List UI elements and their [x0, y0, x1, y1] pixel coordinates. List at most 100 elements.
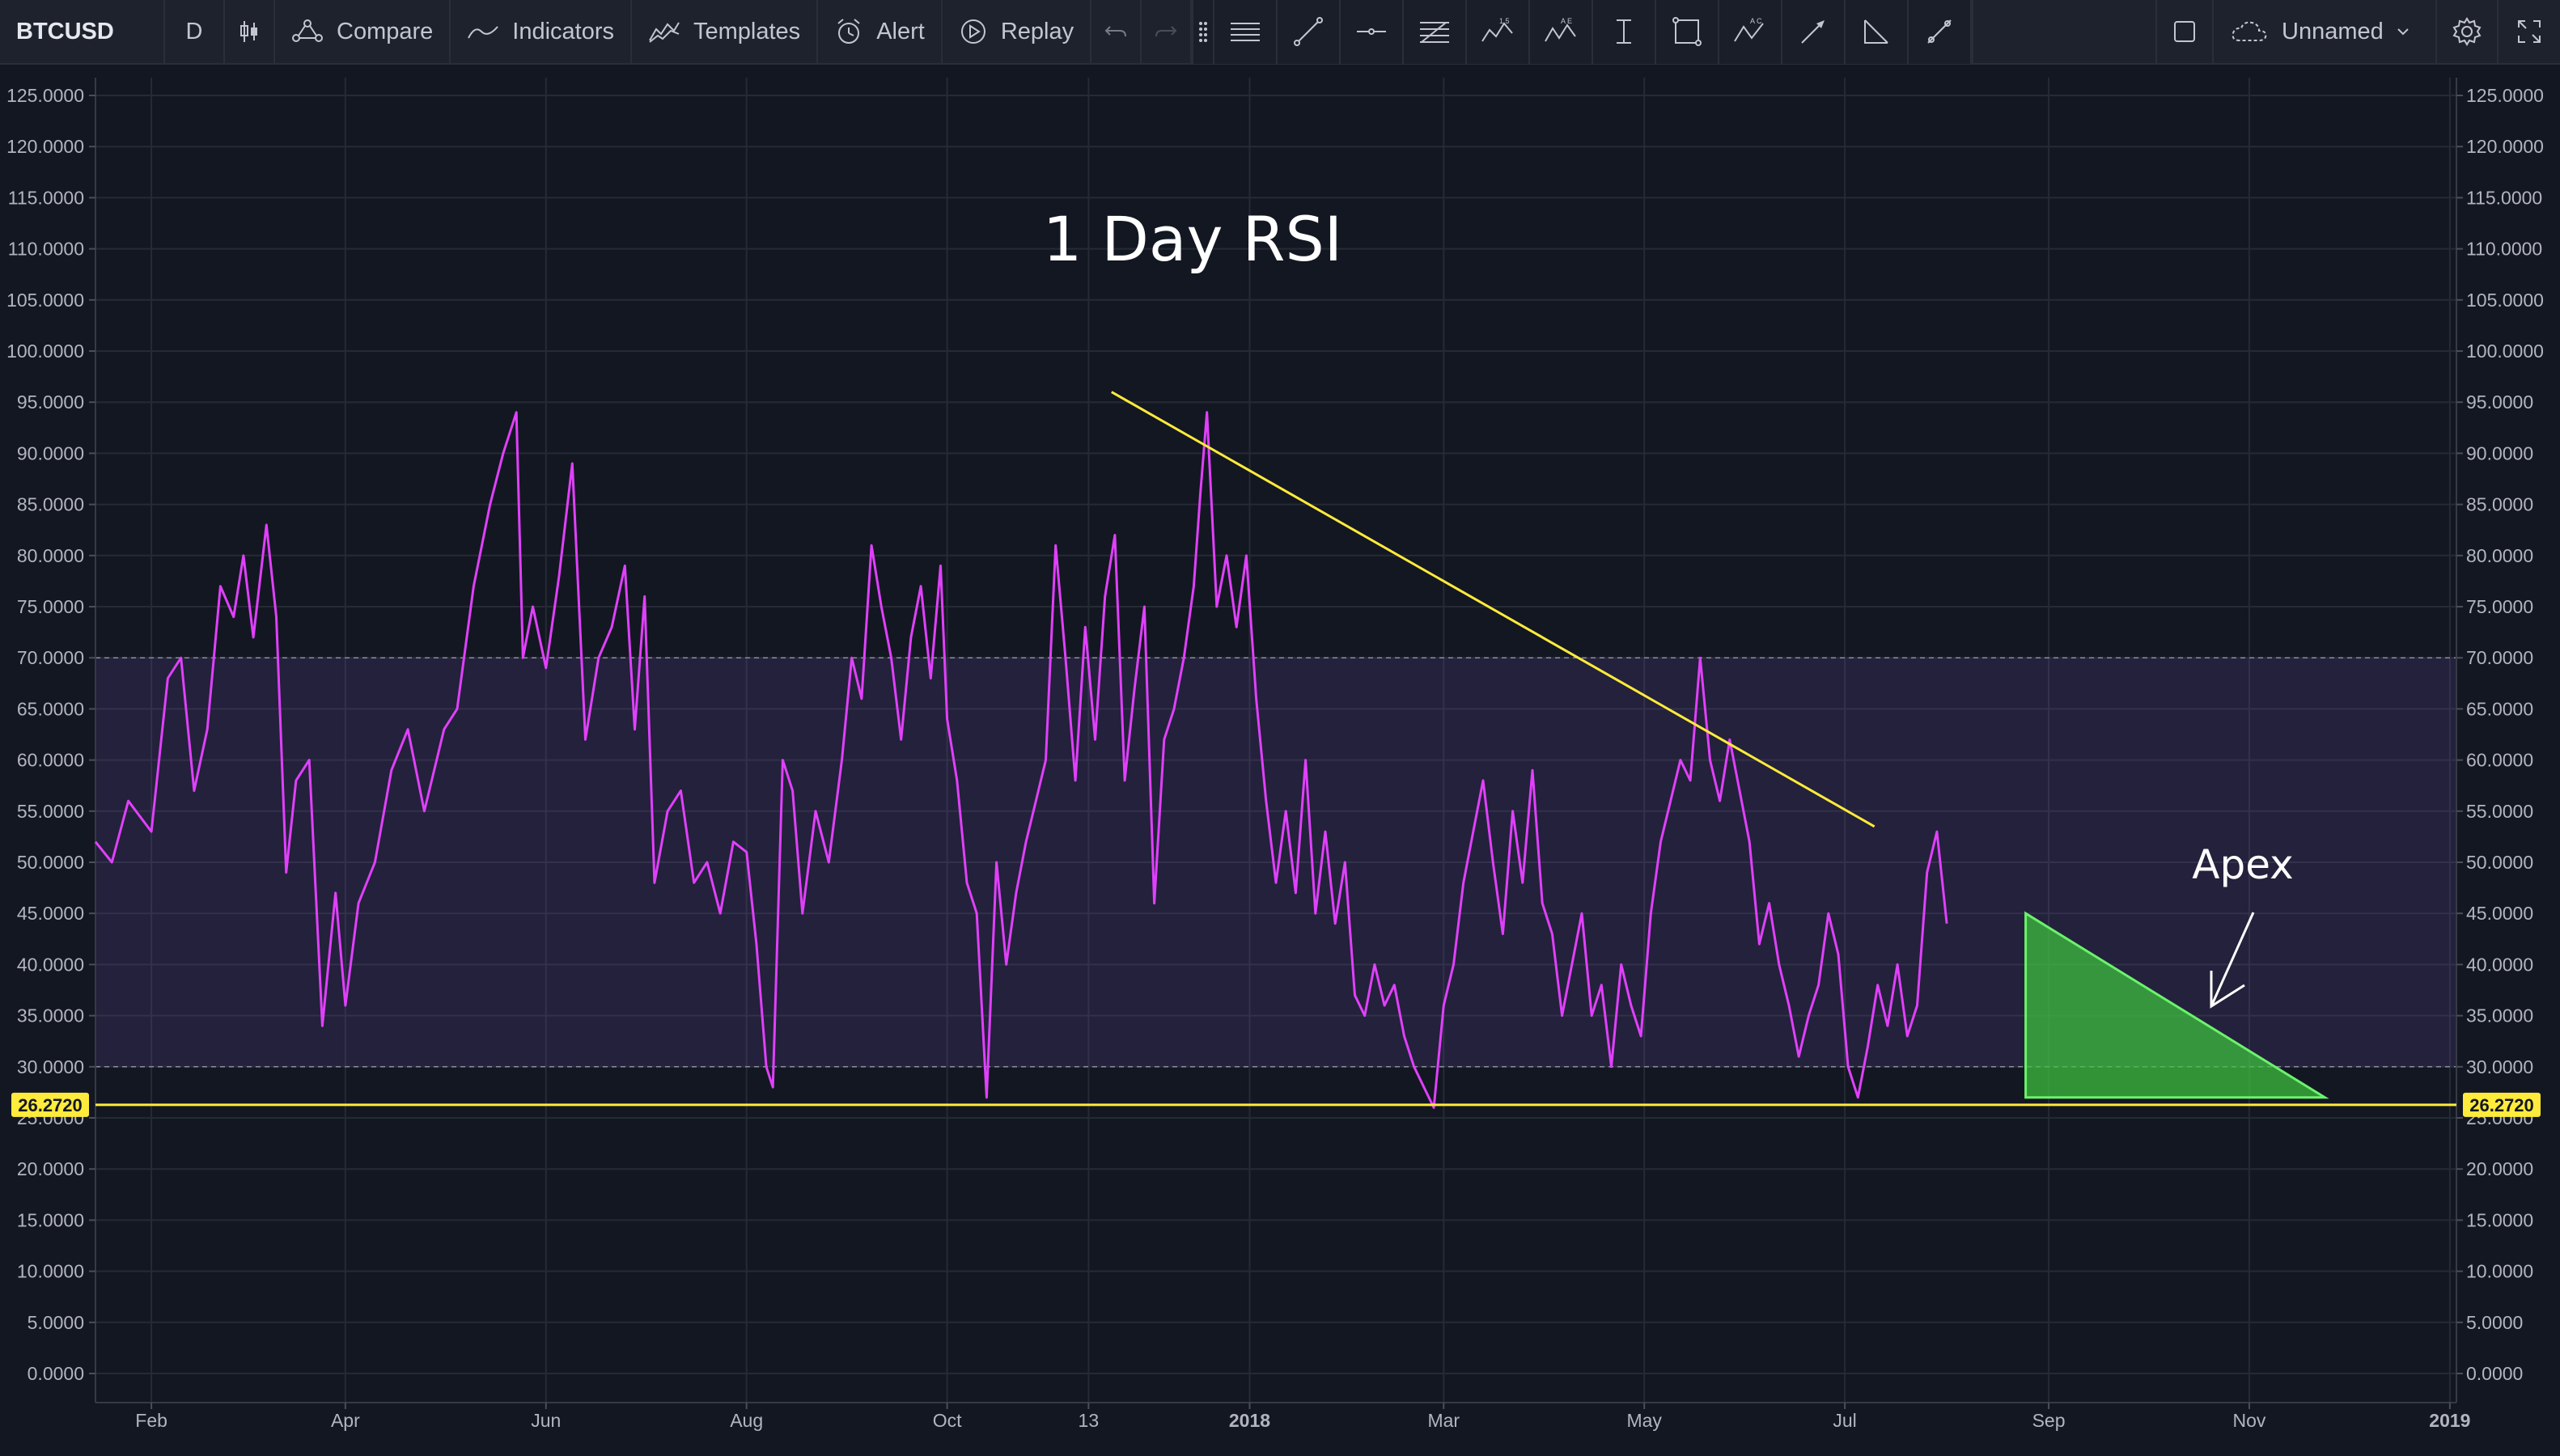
rectangle-tool[interactable]: [1656, 0, 1720, 64]
x-tick-label: Sep: [2032, 1410, 2066, 1431]
text-tool[interactable]: [1593, 0, 1657, 64]
indicators-button[interactable]: Indicators: [451, 0, 633, 64]
y-tick-label: 115.0000: [2466, 187, 2542, 208]
replay-button[interactable]: Replay: [943, 0, 1092, 64]
interval-button[interactable]: D: [165, 0, 225, 64]
layout-name-label: Unnamed: [2282, 18, 2384, 44]
redo-button[interactable]: [1142, 0, 1193, 64]
y-tick-label: 65.0000: [2466, 698, 2533, 719]
alert-button[interactable]: Alert: [818, 0, 943, 64]
settings-button[interactable]: [2437, 0, 2499, 64]
y-tick-label: 35.0000: [17, 1005, 84, 1026]
y-tick-label: 110.0000: [2466, 239, 2542, 260]
horizontal-ray-icon: [1355, 23, 1388, 40]
indicators-label: Indicators: [512, 18, 615, 44]
horizontal-ray-tool[interactable]: [1341, 0, 1405, 64]
abcde-pattern-tool[interactable]: A E: [1530, 0, 1594, 64]
y-tick-label: 100.0000: [2466, 341, 2544, 362]
y-tick-label: 95.0000: [17, 392, 84, 413]
y-tick-label: 40.0000: [2466, 954, 2533, 975]
y-tick-label: 90.0000: [2466, 442, 2533, 463]
y-tick-label: 125.0000: [2466, 85, 2544, 106]
horizontal-lines-tool[interactable]: [1214, 0, 1278, 64]
x-tick-label: Feb: [135, 1410, 167, 1431]
measure-tool[interactable]: [1909, 0, 1973, 64]
y-tick-label: 30.0000: [2466, 1056, 2533, 1077]
x-tick-label: Aug: [730, 1410, 763, 1431]
alert-label: Alert: [876, 18, 925, 44]
elliott-wave-icon: 1 5: [1480, 17, 1515, 46]
y-tick-label: 75.0000: [17, 596, 84, 617]
abcd-pattern-tool[interactable]: A C: [1719, 0, 1783, 64]
symbol-label: BTCUSD: [16, 18, 114, 44]
compare-button[interactable]: Compare: [275, 0, 451, 64]
fullscreen-button[interactable]: [2499, 0, 2560, 64]
indicators-icon: [467, 22, 499, 41]
y-tick-label: 70.0000: [2466, 647, 2533, 668]
y-tick-label: 105.0000: [2466, 290, 2544, 311]
trendline-tool[interactable]: [1278, 0, 1341, 64]
y-tick-label: 55.0000: [17, 801, 84, 822]
chart-style-button[interactable]: [225, 0, 275, 64]
y-tick-label: 45.0000: [17, 903, 84, 924]
y-tick-label: 120.0000: [2466, 136, 2544, 157]
y-tick-label: 5.0000: [28, 1312, 84, 1333]
y-tick-label: 15.0000: [2466, 1209, 2533, 1230]
compare-icon: [291, 19, 324, 44]
y-tick-label: 85.0000: [17, 494, 84, 515]
drawing-toolbar: 1 5 A E A C: [1192, 0, 1974, 64]
arrow-icon: [1797, 15, 1829, 48]
rsi-chart[interactable]: 125.0000 120.0000 115.0000 110.0000 105.0000…: [0, 65, 2560, 1456]
undo-button[interactable]: [1091, 0, 1142, 64]
fullscreen-toggle-button[interactable]: [2155, 0, 2214, 64]
y-tick-label: 85.0000: [2466, 494, 2533, 515]
abcde-pattern-icon: A E: [1543, 17, 1579, 46]
angle-tool[interactable]: [1846, 0, 1909, 64]
candlestick-icon: [238, 19, 261, 44]
x-tick-label: Jun: [531, 1410, 561, 1431]
svg-text:1 5: 1 5: [1499, 17, 1510, 25]
expand-icon: [2515, 18, 2543, 45]
compare-label: Compare: [337, 18, 434, 44]
fib-retracement-tool[interactable]: [1404, 0, 1468, 64]
drag-handle-icon[interactable]: [1193, 0, 1215, 64]
apex-label: Apex: [2192, 841, 2293, 888]
layout-name-button[interactable]: Unnamed: [2214, 0, 2437, 64]
x-tick-label: 2019: [2429, 1410, 2470, 1431]
y-tick-label: 20.0000: [17, 1158, 84, 1179]
x-tick-label: May: [1626, 1410, 1662, 1431]
x-tick-label: Mar: [1427, 1410, 1460, 1431]
x-tick-label: Jul: [1833, 1410, 1856, 1431]
undo-icon: [1104, 22, 1128, 41]
x-tick-label: Apr: [331, 1410, 360, 1431]
y-tick-label: 65.0000: [17, 698, 84, 719]
y-tick-label: 0.0000: [28, 1363, 84, 1384]
y-tick-label: 55.0000: [2466, 801, 2533, 822]
replay-icon: [959, 17, 988, 46]
redo-icon: [1154, 22, 1178, 41]
symbol-search-button[interactable]: BTCUSD: [0, 0, 165, 64]
cloud-icon: [2230, 19, 2269, 44]
x-tick-label: Nov: [2233, 1410, 2266, 1431]
y-tick-label: 80.0000: [17, 545, 84, 566]
trendline-icon: [1292, 15, 1325, 48]
horizontal-lines-icon: [1227, 19, 1263, 44]
y-tick-label: 105.0000: [6, 290, 84, 311]
y-tick-label: 40.0000: [17, 954, 84, 975]
templates-button[interactable]: Templates: [632, 0, 819, 64]
arrow-tool[interactable]: [1782, 0, 1846, 64]
templates-label: Templates: [693, 18, 801, 44]
y-tick-label: 50.0000: [2466, 852, 2533, 873]
y-tick-label: 60.0000: [2466, 750, 2533, 771]
gear-icon: [2452, 16, 2482, 47]
text-cursor-icon: [1612, 15, 1636, 48]
elliott-wave-tool[interactable]: 1 5: [1467, 0, 1531, 64]
y-tick-label: 45.0000: [2466, 903, 2533, 924]
y-tick-label: 30.0000: [17, 1056, 84, 1077]
interval-label: D: [185, 18, 203, 44]
fib-retracement-icon: [1417, 18, 1452, 45]
y-tick-label: 120.0000: [6, 136, 84, 157]
y-tick-label: 125.0000: [6, 85, 84, 106]
square-icon: [2172, 19, 2198, 44]
